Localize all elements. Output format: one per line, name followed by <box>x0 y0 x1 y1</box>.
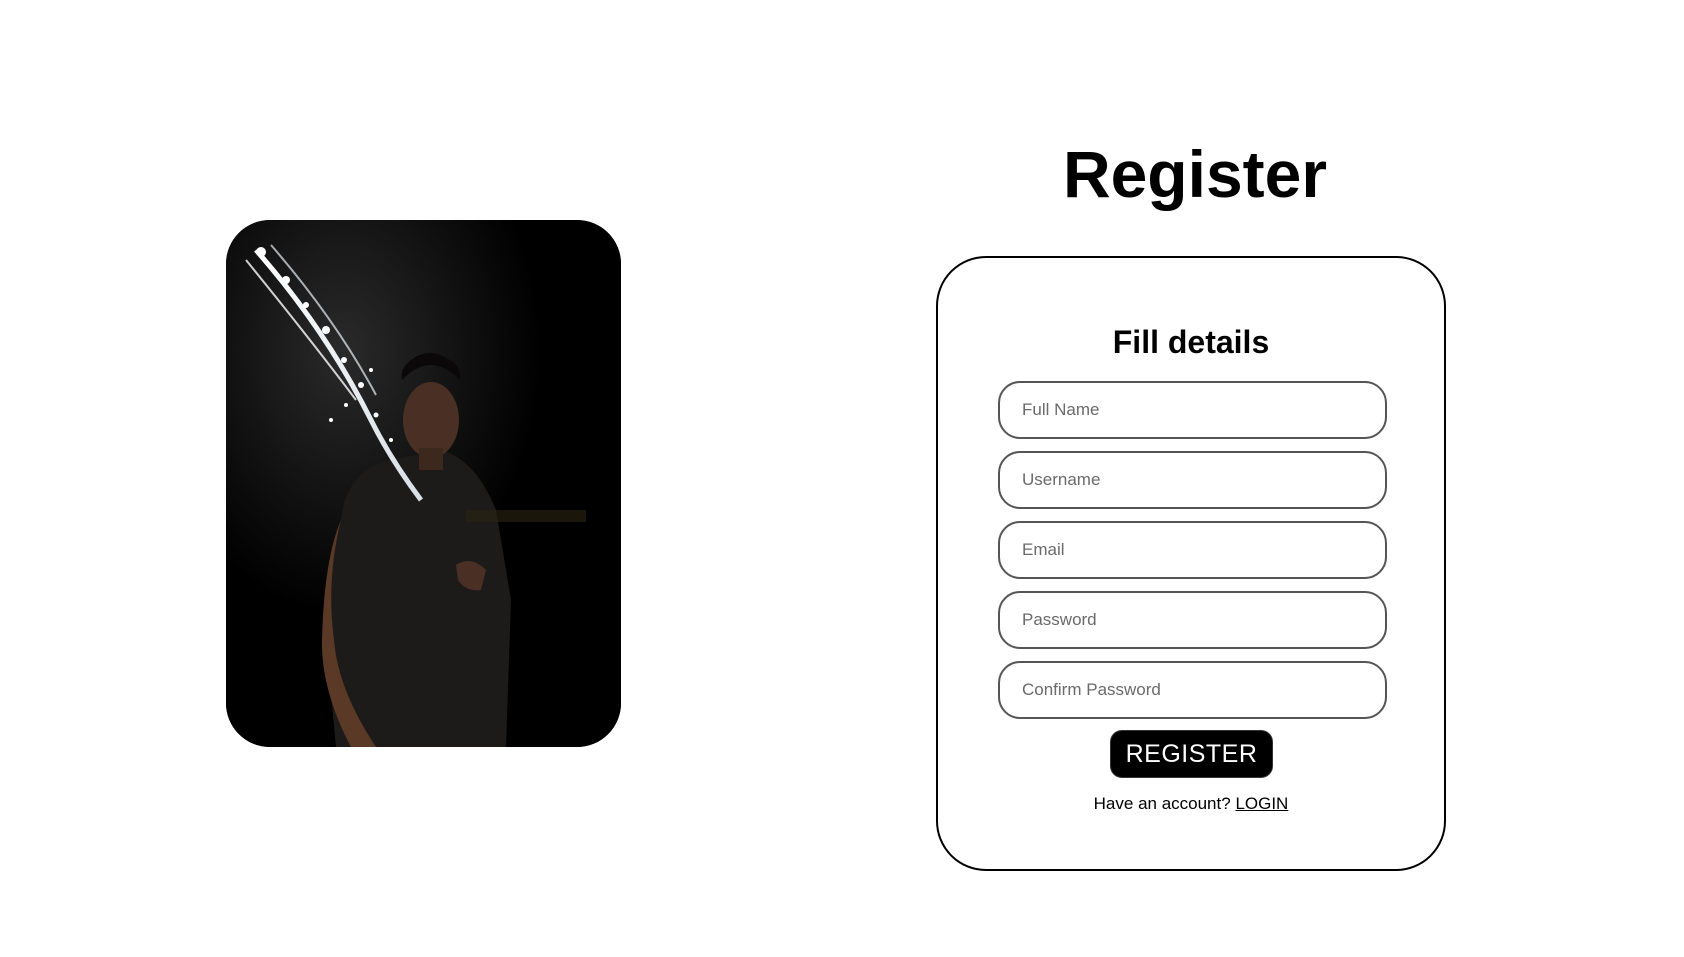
email-input[interactable] <box>998 521 1387 579</box>
register-page: Register Fill details REGISTER Have an a… <box>0 0 1684 957</box>
hero-photo <box>226 220 621 747</box>
account-prompt-text: Have an account? <box>1093 794 1231 813</box>
confirm-password-input[interactable] <box>998 661 1387 719</box>
password-input[interactable] <box>998 591 1387 649</box>
login-link[interactable]: LOGIN <box>1235 794 1288 813</box>
register-form-card: Fill details REGISTER Have an account? L… <box>936 256 1446 871</box>
full-name-input[interactable] <box>998 381 1387 439</box>
login-prompt: Have an account? LOGIN <box>938 794 1444 814</box>
page-title: Register <box>1062 137 1328 211</box>
sparkler-portrait-image <box>226 220 621 747</box>
username-input[interactable] <box>998 451 1387 509</box>
register-button[interactable]: REGISTER <box>1110 730 1273 778</box>
form-heading: Fill details <box>1112 324 1270 360</box>
